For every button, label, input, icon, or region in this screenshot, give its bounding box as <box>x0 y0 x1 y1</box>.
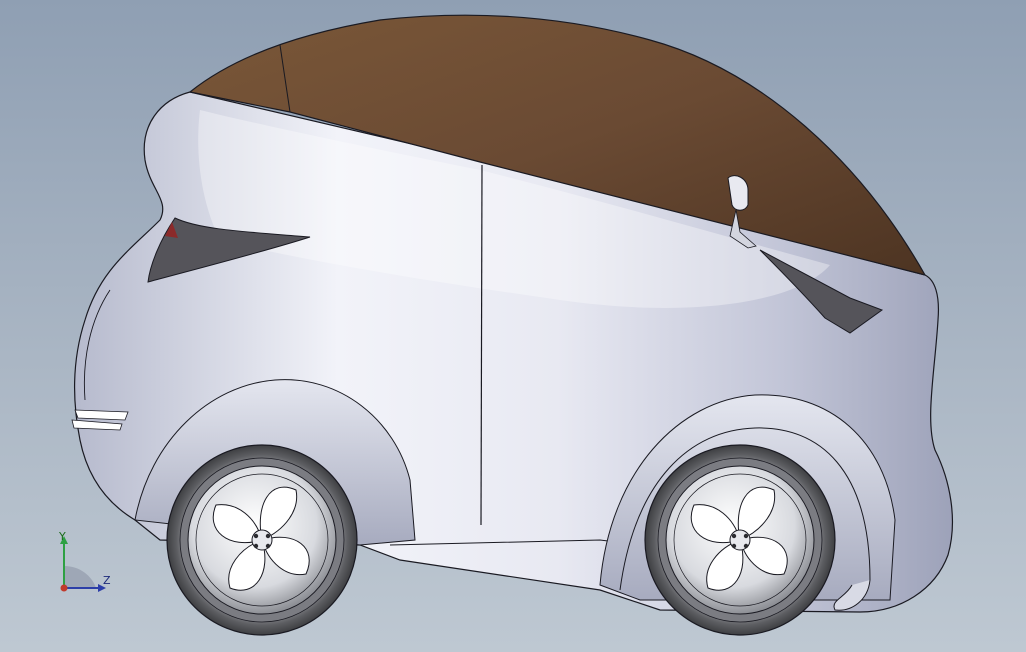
coordinate-triad[interactable]: Y Z <box>40 528 130 608</box>
graphics-viewport[interactable]: Y Z <box>0 0 1026 652</box>
z-axis-label: Z <box>103 574 111 587</box>
triad-axes <box>60 536 106 592</box>
car-model-scene[interactable] <box>0 0 1026 652</box>
y-axis-label: Y <box>59 530 66 543</box>
rear-wheel[interactable] <box>166 444 358 636</box>
front-wheel[interactable] <box>644 444 836 636</box>
rear-bumper-detail <box>74 409 129 421</box>
triad-xz-plane <box>64 566 96 588</box>
x-axis-dot <box>60 584 68 592</box>
